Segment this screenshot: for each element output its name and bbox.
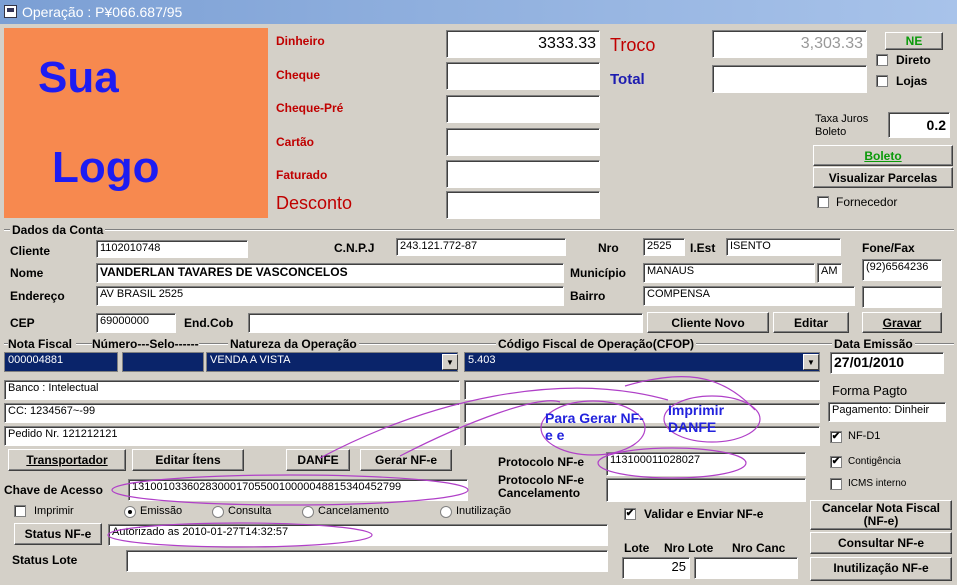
annotation-overlay [107, 375, 761, 548]
annotation-circle-chave [111, 474, 469, 506]
annotation-gerar-text: Para Gerar NF-e e [545, 410, 644, 443]
annotation-circle-protocolo [597, 447, 747, 479]
annotation-line-gerar [399, 400, 561, 457]
annotation-imprimir-text: Imprimir DANFE [668, 402, 725, 435]
annotation-circle-status [107, 522, 373, 548]
